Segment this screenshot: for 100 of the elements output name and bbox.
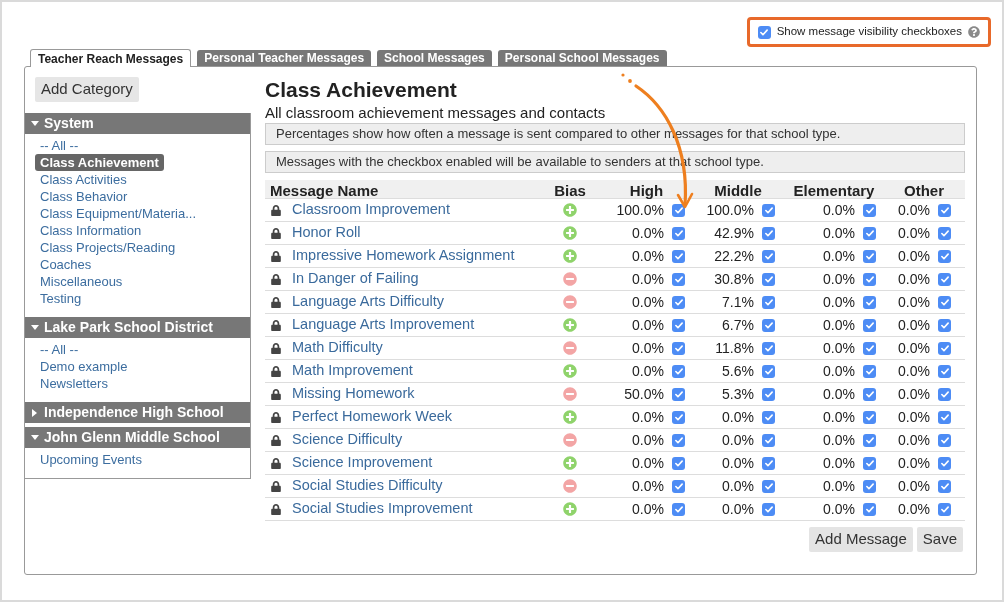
category-link[interactable]: Class Projects/Reading bbox=[35, 239, 181, 256]
checkbox[interactable] bbox=[863, 318, 876, 332]
checkbox[interactable] bbox=[762, 410, 775, 424]
category-link[interactable]: -- All -- bbox=[35, 137, 84, 154]
checkbox[interactable] bbox=[863, 226, 876, 240]
checkbox[interactable] bbox=[938, 272, 951, 286]
checkbox[interactable] bbox=[672, 456, 685, 470]
tab[interactable]: Teacher Reach Messages bbox=[30, 49, 192, 67]
checkbox[interactable] bbox=[863, 410, 876, 424]
checkbox[interactable] bbox=[762, 456, 775, 470]
message-link[interactable]: Perfect Homework Week bbox=[292, 406, 453, 428]
checkbox[interactable] bbox=[863, 272, 876, 286]
group-header[interactable]: Lake Park School District bbox=[25, 317, 250, 338]
checkbox[interactable] bbox=[672, 249, 685, 263]
category-link[interactable]: Class Equipment/Materia... bbox=[35, 205, 202, 222]
checkbox[interactable] bbox=[863, 456, 876, 470]
checkbox[interactable] bbox=[938, 203, 951, 217]
message-link[interactable]: Classroom Improvement bbox=[292, 199, 450, 221]
checkbox[interactable] bbox=[672, 341, 685, 355]
checkbox[interactable] bbox=[762, 433, 775, 447]
checkbox[interactable] bbox=[672, 318, 685, 332]
checkbox[interactable] bbox=[672, 502, 685, 516]
tab[interactable]: Personal School Messages bbox=[497, 50, 667, 66]
category-link[interactable]: Class Activities bbox=[35, 171, 132, 188]
checkbox[interactable] bbox=[863, 249, 876, 263]
checkbox[interactable] bbox=[938, 364, 951, 378]
category-link[interactable]: Upcoming Events bbox=[35, 451, 147, 468]
category-link[interactable]: Coaches bbox=[35, 256, 97, 273]
checkbox[interactable] bbox=[672, 203, 685, 217]
category-link[interactable]: Class Behavior bbox=[35, 188, 133, 205]
add-message-button[interactable]: Add Message bbox=[809, 527, 913, 552]
checkbox[interactable] bbox=[863, 387, 876, 401]
checkbox[interactable] bbox=[762, 203, 775, 217]
group-header[interactable]: John Glenn Middle School bbox=[25, 427, 250, 448]
checkbox[interactable] bbox=[938, 502, 951, 516]
checkbox[interactable] bbox=[672, 433, 685, 447]
category-link[interactable]: Class Achievement bbox=[35, 154, 164, 171]
checkbox[interactable] bbox=[938, 226, 951, 240]
checkbox[interactable] bbox=[938, 456, 951, 470]
checkbox[interactable] bbox=[938, 341, 951, 355]
category-link[interactable]: Testing bbox=[35, 290, 87, 307]
checkbox[interactable] bbox=[938, 387, 951, 401]
checkbox[interactable] bbox=[762, 364, 775, 378]
checkbox[interactable] bbox=[762, 318, 775, 332]
message-link[interactable]: Language Arts Improvement bbox=[292, 314, 475, 336]
category-link[interactable]: Class Information bbox=[35, 222, 147, 239]
checkbox[interactable] bbox=[938, 410, 951, 424]
checkbox[interactable] bbox=[672, 364, 685, 378]
checkbox[interactable] bbox=[762, 479, 775, 493]
checkbox[interactable] bbox=[938, 433, 951, 447]
checkbox[interactable] bbox=[672, 272, 685, 286]
checkbox[interactable] bbox=[863, 203, 876, 217]
tab[interactable]: School Messages bbox=[377, 50, 492, 66]
checkbox[interactable] bbox=[672, 479, 685, 493]
checkbox[interactable] bbox=[938, 249, 951, 263]
help-icon[interactable] bbox=[968, 26, 980, 38]
message-link[interactable]: Impressive Homework Assignment bbox=[292, 245, 515, 267]
checkbox[interactable] bbox=[672, 387, 685, 401]
group-header[interactable]: Independence High School bbox=[25, 402, 250, 423]
group-header[interactable]: System bbox=[25, 113, 250, 134]
checkbox[interactable] bbox=[762, 226, 775, 240]
checkbox[interactable] bbox=[863, 502, 876, 516]
checkbox[interactable] bbox=[938, 318, 951, 332]
checkbox[interactable] bbox=[672, 410, 685, 424]
checkbox[interactable] bbox=[762, 272, 775, 286]
category-link[interactable]: Demo example bbox=[35, 358, 133, 375]
message-link[interactable]: Science Improvement bbox=[292, 452, 433, 474]
category-link[interactable]: Newsletters bbox=[35, 375, 113, 392]
category-link[interactable]: Miscellaneous bbox=[35, 273, 128, 290]
message-link[interactable]: Social Studies Difficulty bbox=[292, 475, 443, 497]
message-link[interactable]: In Danger of Failing bbox=[292, 268, 419, 290]
checkbox[interactable] bbox=[762, 387, 775, 401]
checkbox[interactable] bbox=[863, 433, 876, 447]
checkbox[interactable] bbox=[938, 479, 951, 493]
checkbox[interactable] bbox=[762, 341, 775, 355]
add-category-button[interactable]: Add Category bbox=[35, 77, 139, 102]
check-icon bbox=[674, 298, 683, 306]
checkbox[interactable] bbox=[757, 25, 771, 39]
message-link[interactable]: Missing Homework bbox=[292, 383, 415, 405]
checkbox[interactable] bbox=[863, 341, 876, 355]
checkbox[interactable] bbox=[762, 295, 775, 309]
checkbox[interactable] bbox=[938, 295, 951, 309]
message-link[interactable]: Math Difficulty bbox=[292, 337, 383, 359]
checkbox[interactable] bbox=[863, 364, 876, 378]
percentage: 0.0% bbox=[898, 476, 930, 496]
message-link[interactable]: Math Improvement bbox=[292, 360, 413, 382]
check-icon bbox=[940, 482, 949, 490]
tab[interactable]: Personal Teacher Messages bbox=[197, 50, 372, 66]
checkbox[interactable] bbox=[863, 295, 876, 309]
category-link[interactable]: -- All -- bbox=[35, 341, 84, 358]
checkbox[interactable] bbox=[863, 479, 876, 493]
message-link[interactable]: Science Difficulty bbox=[292, 429, 403, 451]
message-link[interactable]: Honor Roll bbox=[292, 222, 361, 244]
message-link[interactable]: Language Arts Difficulty bbox=[292, 291, 445, 313]
checkbox[interactable] bbox=[672, 295, 685, 309]
checkbox[interactable] bbox=[672, 226, 685, 240]
checkbox[interactable] bbox=[762, 502, 775, 516]
message-link[interactable]: Social Studies Improvement bbox=[292, 498, 473, 520]
checkbox[interactable] bbox=[762, 249, 775, 263]
save-button[interactable]: Save bbox=[916, 527, 963, 552]
